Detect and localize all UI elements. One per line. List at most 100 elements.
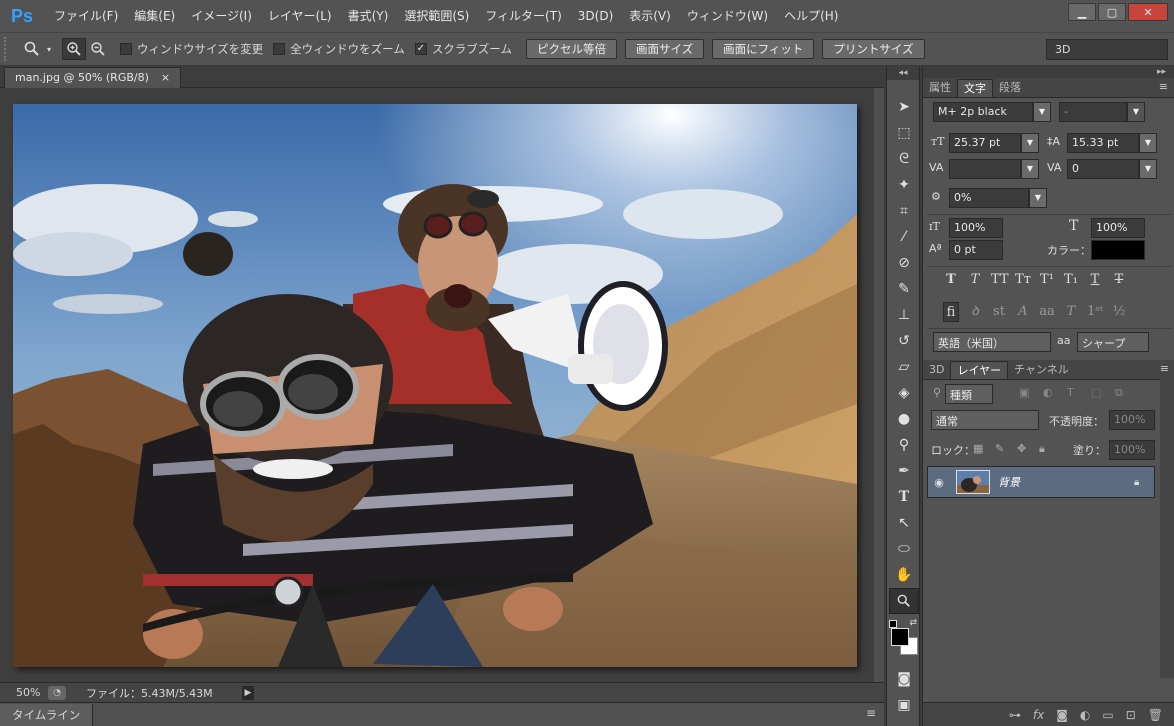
eraser-tool-icon[interactable]: ▱ [889, 354, 919, 380]
zoom-out-icon[interactable] [86, 38, 110, 60]
zoom-all-option[interactable]: 全ウィンドウをズーム [273, 41, 405, 57]
proof-icon[interactable]: ◔ [48, 685, 66, 700]
menu-file[interactable]: ファイル(F) [46, 0, 126, 32]
menu-image[interactable]: イメージ(I) [183, 0, 260, 32]
baseline-shift-input[interactable]: 0 pt [949, 240, 1003, 260]
scrubby-zoom-checkbox[interactable]: ✓ [414, 43, 427, 55]
vertical-scale-input[interactable]: 100% [949, 218, 1003, 238]
lock-image-icon[interactable]: ✎ [995, 442, 1004, 455]
minimize-button[interactable]: ▁ [1068, 3, 1096, 21]
bucket-tool-icon[interactable]: ◈ [889, 380, 919, 406]
antialias-select[interactable]: シャープ [1077, 332, 1149, 352]
document-image[interactable] [13, 104, 857, 667]
magic-wand-tool-icon[interactable]: ✦ [889, 172, 919, 198]
print-size-button[interactable]: プリントサイズ [822, 39, 925, 59]
horizontal-scale-input[interactable]: 100% [1091, 218, 1145, 238]
marquee-tool-icon[interactable]: ⬚ [889, 120, 919, 146]
options-grip[interactable] [4, 37, 10, 61]
scrubby-zoom-option[interactable]: ✓ スクラブズーム [414, 41, 512, 57]
brush-tool-icon[interactable]: ✎ [889, 276, 919, 302]
tab-paragraph[interactable]: 段落 [993, 79, 1027, 97]
menu-select[interactable]: 選択範囲(S) [396, 0, 477, 32]
text-color-swatch[interactable] [1091, 240, 1145, 260]
panel-menu-icon[interactable]: ≡ [866, 706, 876, 720]
leading-dropdown-icon[interactable]: ▼ [1139, 133, 1157, 153]
tracking-input[interactable]: 0 [1067, 159, 1139, 179]
hand-tool-icon[interactable]: ✋ [889, 562, 919, 588]
swap-colors-icon[interactable]: ⇄ [909, 618, 917, 628]
menu-filter[interactable]: フィルター(T) [477, 0, 569, 32]
eyedropper-tool-icon[interactable]: ⁄ [889, 224, 919, 250]
dodge-tool-icon[interactable]: ⚲ [889, 432, 919, 458]
close-tab-icon[interactable]: × [161, 68, 170, 88]
workspace-switcher[interactable]: 3D [1046, 39, 1168, 60]
zoom-in-icon[interactable] [62, 38, 86, 60]
small-caps-icon[interactable]: Tᴛ [1015, 270, 1031, 290]
fit-screen-button[interactable]: 画面サイズ [624, 39, 705, 59]
delete-layer-icon[interactable]: 🗑︎ [1148, 708, 1163, 722]
discretionary-ligature-icon[interactable]: ꝺ [967, 302, 983, 322]
actual-pixels-button[interactable]: ピクセル等倍 [525, 39, 617, 59]
foreground-color[interactable] [891, 628, 909, 646]
resize-windows-option[interactable]: ウィンドウサイズを変更 [120, 41, 263, 57]
layer-name[interactable]: 背景 [998, 474, 1134, 490]
lock-transparent-icon[interactable]: ▦ [973, 442, 983, 455]
tab-properties[interactable]: 属性 [923, 79, 957, 97]
filter-pixel-icon[interactable]: ▣ [1019, 386, 1029, 399]
maximize-button[interactable]: ▢ [1098, 3, 1126, 21]
canvas-scrollbar[interactable] [874, 88, 884, 682]
panel-menu-icon[interactable]: ≡ [1159, 80, 1168, 93]
opacity-input[interactable]: 100% [1109, 410, 1155, 430]
menu-3d[interactable]: 3D(D) [570, 0, 621, 32]
status-menu-arrow[interactable]: ▶ [242, 685, 254, 700]
path-select-tool-icon[interactable]: ↖ [889, 510, 919, 536]
link-layers-icon[interactable]: ⊶ [1009, 708, 1021, 722]
layer-row[interactable]: ◉ 背景 🔒︎ [927, 466, 1155, 498]
blur-tool-icon[interactable]: ● [889, 406, 919, 432]
tab-character[interactable]: 文字 [957, 79, 993, 97]
fill-screen-button[interactable]: 画面にフィット [712, 39, 815, 59]
layer-mask-icon[interactable]: ◙ [1056, 708, 1068, 722]
zoom-tool-preset-icon[interactable] [20, 38, 44, 60]
screen-mode-icon[interactable]: ▣ [889, 692, 919, 718]
type-tool-icon[interactable]: T [889, 484, 919, 510]
fill-input[interactable]: 100% [1109, 440, 1155, 460]
resize-windows-checkbox[interactable] [120, 43, 132, 55]
new-group-icon[interactable]: ▭ [1102, 708, 1113, 722]
kerning-dropdown-icon[interactable]: ▼ [1021, 159, 1039, 179]
underline-icon[interactable]: T [1087, 270, 1103, 290]
ordinals-icon[interactable]: 1ˢᵗ [1087, 302, 1103, 322]
move-tool-icon[interactable]: ➤ [889, 94, 919, 120]
default-colors-icon[interactable] [889, 620, 897, 628]
kerning-input[interactable] [949, 159, 1021, 179]
filter-adjust-icon[interactable]: ◐ [1043, 386, 1053, 399]
font-style-select[interactable]: - [1059, 102, 1127, 122]
leading-input[interactable]: 15.33 pt [1067, 133, 1139, 153]
stamp-tool-icon[interactable]: ⊥ [889, 302, 919, 328]
all-caps-icon[interactable]: TT [991, 270, 1009, 290]
layer-filter-kind[interactable]: 種類 [945, 384, 993, 404]
tsume-dropdown-icon[interactable]: ▼ [1029, 188, 1047, 208]
stylistic-alt-icon[interactable]: aa [1039, 302, 1055, 322]
new-layer-icon[interactable]: ⊡ [1126, 708, 1136, 722]
swash-icon[interactable]: A [1015, 302, 1031, 322]
lock-position-icon[interactable]: ✥ [1017, 442, 1026, 455]
menu-edit[interactable]: 編集(E) [126, 0, 183, 32]
tab-3d[interactable]: 3D [923, 361, 950, 379]
visibility-eye-icon[interactable]: ◉ [928, 476, 950, 489]
font-size-input[interactable]: 25.37 pt [949, 133, 1021, 153]
titling-alt-icon[interactable]: T [1063, 302, 1079, 322]
pen-tool-icon[interactable]: ✒ [889, 458, 919, 484]
faux-bold-icon[interactable]: T [943, 270, 959, 290]
layers-scrollbar[interactable] [1160, 378, 1174, 678]
subscript-icon[interactable]: T₁ [1063, 270, 1079, 290]
font-size-dropdown-icon[interactable]: ▼ [1021, 133, 1039, 153]
color-swatches[interactable]: ⇄ [889, 618, 919, 660]
language-select[interactable]: 英語（米国） [933, 332, 1051, 352]
adjustment-layer-icon[interactable]: ◐ [1080, 708, 1090, 722]
tsume-input[interactable]: 0% [949, 188, 1029, 208]
superscript-icon[interactable]: T¹ [1039, 270, 1055, 290]
contextual-alt-icon[interactable]: st [991, 302, 1007, 322]
lasso-tool-icon[interactable]: ᘓ [889, 146, 919, 172]
menu-window[interactable]: ウィンドウ(W) [679, 0, 776, 32]
